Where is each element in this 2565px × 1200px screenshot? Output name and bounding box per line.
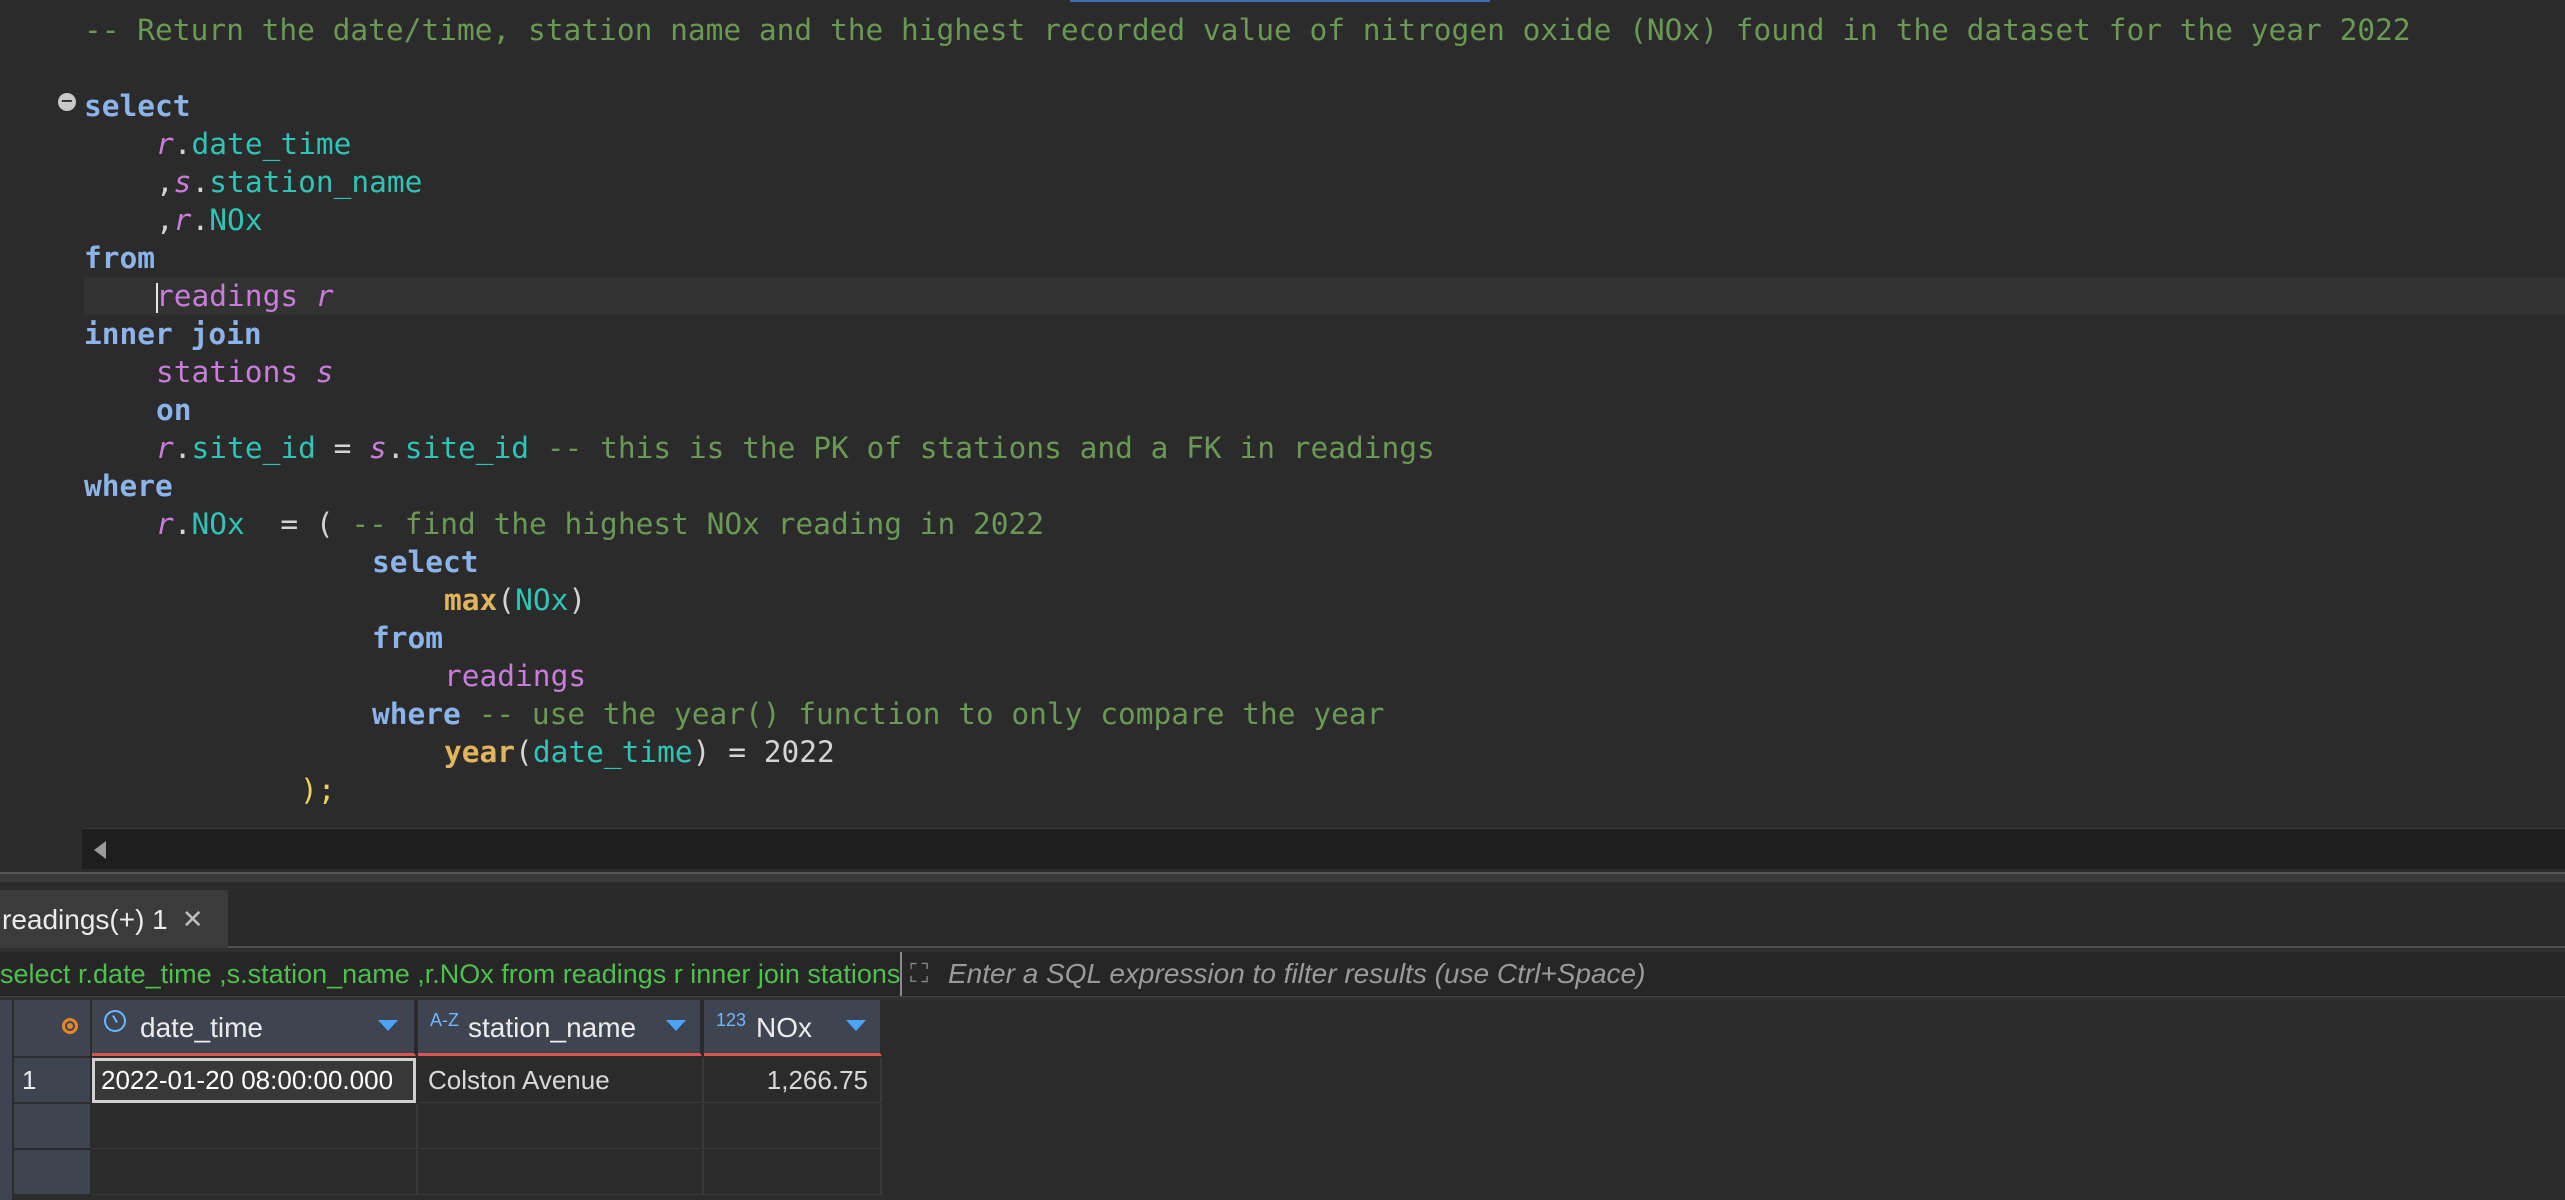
row-number-empty: [14, 1150, 90, 1195]
cell-date-time[interactable]: 2022-01-20 08:00:00.000: [92, 1058, 416, 1103]
empty-row: [0, 1104, 2565, 1150]
code-line-readings-current: readings r: [84, 277, 2565, 315]
code-line-close: );: [300, 773, 336, 807]
results-tabbar: readings(+) 1 ✕: [0, 882, 2565, 948]
sort-arrow-icon[interactable]: [846, 1020, 866, 1031]
panel-splitter[interactable]: [0, 872, 2565, 882]
empty-cell: [704, 1150, 882, 1195]
code-line-from: from: [84, 241, 156, 275]
code-line-sub-from: from: [372, 621, 444, 655]
clock-icon: [104, 1010, 126, 1032]
sql-editor[interactable]: -- Return the date/time, station name an…: [0, 0, 2565, 828]
cell-nox[interactable]: 1,266.75: [704, 1058, 882, 1103]
code-line-select: select: [84, 89, 191, 123]
empty-cell: [418, 1104, 704, 1149]
empty-cell: [704, 1104, 882, 1149]
code-line-nox-cond: r.NOx = ( -- find the highest NOx readin…: [156, 507, 1045, 541]
code-line-max: max(NOx): [444, 583, 587, 617]
number-type-icon: 123: [716, 1010, 747, 1030]
executed-query-text: select r.date_time ,s.station_name ,r.NO…: [0, 952, 902, 996]
sort-arrow-icon[interactable]: [378, 1020, 398, 1031]
code-line-sub-select: select: [372, 545, 479, 579]
grid-corner[interactable]: [14, 1000, 92, 1056]
empty-cell: [92, 1104, 418, 1149]
code-line-on: on: [156, 393, 192, 427]
empty-row: [0, 1150, 2565, 1196]
column-header-station-name[interactable]: A-Z station_name: [418, 1000, 702, 1056]
code-line-sub-where: where -- use the year() function to only…: [372, 697, 1385, 731]
code-line-1: -- Return the date/time, station name an…: [84, 11, 2411, 49]
code-line-inner-join: inner join: [84, 317, 262, 351]
column-header-nox[interactable]: 123 NOx: [704, 1000, 882, 1056]
code-line-station-name: ,s.station_name: [156, 165, 423, 199]
code-line-where: where: [84, 469, 173, 503]
tab-label: readings(+) 1: [2, 904, 168, 935]
cell-station-name[interactable]: Colston Avenue: [418, 1058, 704, 1103]
column-header-date-time[interactable]: date_time: [92, 1000, 416, 1056]
results-grid: date_time A-Z station_name 123 NOx 1 202…: [0, 1000, 2565, 1200]
close-icon[interactable]: ✕: [182, 905, 204, 935]
scroll-left-icon[interactable]: [94, 841, 106, 859]
select-all-icon[interactable]: [62, 1018, 78, 1034]
empty-cell: [418, 1150, 704, 1195]
sort-arrow-icon[interactable]: [666, 1020, 686, 1031]
comment-header: -- Return the date/time, station name an…: [84, 13, 2411, 47]
code-line-year: year(date_time) = 2022: [444, 735, 835, 769]
filter-bar: select r.date_time ,s.station_name ,r.NO…: [0, 952, 2565, 997]
code-line-nox: ,r.NOx: [156, 203, 263, 237]
fold-icon[interactable]: −: [58, 93, 76, 111]
tab-readings-result[interactable]: readings(+) 1 ✕: [0, 890, 228, 948]
table-row[interactable]: 1 2022-01-20 08:00:00.000 Colston Avenue…: [0, 1058, 2565, 1104]
expand-icon[interactable]: ⛶: [910, 960, 938, 988]
text-type-icon: A-Z: [430, 1010, 459, 1030]
code-line-stations: stations s: [156, 355, 334, 389]
row-number-empty: [14, 1104, 90, 1149]
editor-top-indicator: [1070, 0, 1490, 2]
code-line-sub-readings: readings: [444, 659, 587, 693]
row-number[interactable]: 1: [14, 1058, 90, 1103]
results-panel: readings(+) 1 ✕ select r.date_time ,s.st…: [0, 882, 2565, 1200]
code-line-join-cond: r.site_id = s.site_id -- this is the PK …: [156, 431, 1435, 465]
code-line-date-time: r.date_time: [156, 127, 352, 161]
empty-cell: [92, 1150, 418, 1195]
horizontal-scrollbar[interactable]: [82, 828, 2565, 869]
filter-input[interactable]: [948, 952, 2548, 996]
